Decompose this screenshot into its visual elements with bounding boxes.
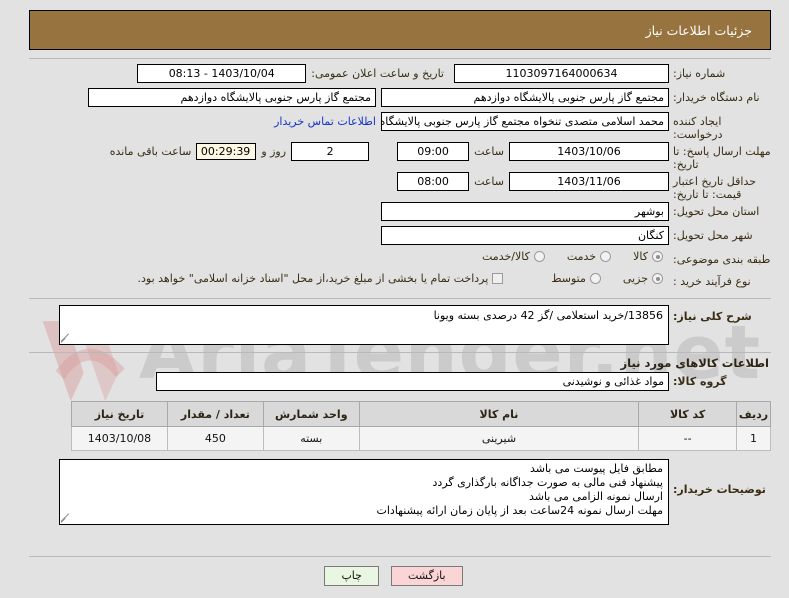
radio-icon-process-medium[interactable] [590, 273, 602, 284]
cell-goods-code: -- [639, 426, 739, 451]
need-summary-value: 13856/خرید استعلامی /گز 42 درصدی بسته وی… [434, 309, 664, 322]
col-header-goods-name: نام کالا [359, 401, 641, 427]
label-city: شهر محل تحویل: [674, 229, 754, 242]
label-price-validity: حداقل تاریخ اعتبار قیمت: تا تاریخ: [674, 175, 758, 201]
footer-buttons: بازگشت چاپ [0, 566, 789, 586]
radio-label-category-goods: کالا [634, 250, 649, 263]
radio-process-minor[interactable]: جزیی [624, 272, 664, 285]
resize-grip-icon-notes[interactable] [62, 512, 73, 523]
page-header-bar: جزئیات اطلاعات نیاز [30, 10, 772, 50]
details-panel: شماره نیاز: 1103097164000634 تاریخ و ساع… [30, 58, 772, 526]
label-price-validity-hour: ساعت [475, 175, 505, 188]
price-validity-date-value: 1403/11/06 [510, 172, 670, 191]
radio-icon-category-service[interactable] [601, 251, 613, 262]
label-countdown: ساعت باقی مانده [110, 145, 193, 158]
price-validity-time-value: 08:00 [398, 172, 471, 191]
row-province: استان محل تحویل: بوشهر [30, 202, 772, 225]
back-button[interactable]: بازگشت [391, 566, 464, 586]
radio-process-medium[interactable]: متوسط [552, 272, 602, 285]
label-purchase-process: نوع فرآیند خرید : [674, 275, 752, 288]
row-goods-group: گروه کالا: مواد غذائی و نوشیدنی [30, 372, 772, 395]
goods-section-title: اطلاعات کالاهای مورد نیاز [621, 356, 770, 370]
label-announce-datetime: تاریخ و ساعت اعلان عمومی: [312, 67, 445, 80]
page-title: جزئیات اطلاعات نیاز [646, 22, 753, 38]
cell-row-number: 1 [737, 426, 772, 451]
buyer-notes-line-4: مهلت ارسال نمونه 24ساعت بعد از پایان زما… [377, 504, 664, 517]
col-header-need-date: تاریخ نیاز [72, 401, 169, 427]
radio-icon-category-goods[interactable] [653, 251, 664, 262]
label-category: طبقه بندی موضوعی: [674, 253, 772, 266]
row-creator: ایجاد کننده درخواست: محمد اسلامی متصدی ت… [30, 112, 772, 141]
label-province: استان محل تحویل: [674, 205, 761, 218]
label-need-summary: شرح کلی نیاز: [674, 310, 753, 323]
row-response-deadline: مهلت ارسال پاسخ: تا تاریخ: 1403/10/06 سا… [30, 142, 772, 171]
goods-table: ردیف کد کالا نام کالا واحد شمارش تعداد /… [72, 401, 772, 451]
radio-label-category-service: خدمت [567, 250, 598, 263]
row-buyer-notes: توضیحات خریدار: مطابق فایل پیوست می باشد… [30, 459, 772, 525]
remaining-days-value: 2 [292, 142, 371, 161]
need-number-value: 1103097164000634 [455, 64, 670, 83]
print-button[interactable]: چاپ [325, 566, 380, 586]
col-header-row-number: ردیف [737, 401, 772, 427]
radio-icon-category-goods-service[interactable] [534, 251, 546, 262]
deadline-time-value: 09:00 [398, 142, 471, 161]
row-buyer-org: نام دستگاه خریدار: مجتمع گاز پارس جنوبی … [30, 88, 772, 111]
buyer-notes-line-3: ارسال نمونه الزامی می باشد [529, 490, 664, 503]
radio-category-service[interactable]: خدمت [567, 250, 613, 263]
cell-need-date: 1403/10/08 [72, 426, 169, 451]
province-value: بوشهر [382, 202, 670, 221]
checkbox-islamic-treasury[interactable]: پرداخت تمام یا بخشی از مبلغ خرید،از محل … [139, 272, 505, 285]
cell-quantity: 450 [167, 426, 265, 451]
radio-label-category-goods-service: کالا/خدمت [483, 250, 531, 263]
table-row: 1 -- شیرینی بسته 450 1403/10/08 [72, 426, 772, 451]
col-header-quantity: تعداد / مقدار [167, 401, 265, 427]
radio-label-process-minor: جزیی [623, 272, 649, 285]
label-response-deadline: مهلت ارسال پاسخ: تا تاریخ: [674, 145, 772, 171]
row-price-validity: حداقل تاریخ اعتبار قیمت: تا تاریخ: 1403/… [30, 172, 772, 201]
buyer-notes-textarea[interactable]: مطابق فایل پیوست می باشد پیشنهاد فنی مال… [60, 459, 670, 525]
checkbox-label-islamic-treasury: پرداخت تمام یا بخشی از مبلغ خرید،از محل … [138, 272, 490, 285]
label-buyer-org: نام دستگاه خریدار: [674, 91, 761, 104]
resize-grip-icon[interactable] [62, 332, 73, 343]
buyer-contact-link[interactable]: اطلاعات تماس خریدار [275, 115, 377, 128]
row-city: شهر محل تحویل: کنگان [30, 226, 772, 249]
radio-label-process-medium: متوسط [552, 272, 587, 285]
deadline-date-value: 1403/10/06 [510, 142, 670, 161]
row-need-summary: شرح کلی نیاز: 13856/خرید استعلامی /گز 42… [30, 305, 772, 345]
buyer-notes-line-1: مطابق فایل پیوست می باشد [530, 462, 664, 475]
divider-footer [30, 556, 772, 557]
buyer-org-value-secondary: مجتمع گاز پارس جنوبی پالایشگاه دوازدهم [89, 88, 377, 107]
label-buyer-notes: توضیحات خریدار: [674, 483, 767, 496]
radio-icon-process-minor[interactable] [653, 273, 664, 284]
cell-unit: بسته [263, 426, 361, 451]
row-need-number: شماره نیاز: 1103097164000634 تاریخ و ساع… [30, 64, 772, 87]
label-need-number: شماره نیاز: [674, 67, 727, 80]
need-summary-textarea[interactable]: 13856/خرید استعلامی /گز 42 درصدی بسته وی… [60, 305, 670, 345]
checkbox-icon-islamic-treasury[interactable] [493, 273, 505, 284]
label-creator: ایجاد کننده درخواست: [674, 115, 724, 141]
cell-goods-name: شیرینی [359, 426, 641, 451]
label-remaining-days: روز و [262, 145, 288, 158]
col-header-goods-code: کد کالا [639, 401, 739, 427]
city-value: کنگان [382, 226, 670, 245]
radio-category-goods-service[interactable]: کالا/خدمت [483, 250, 546, 263]
creator-value: محمد اسلامی متصدی تنخواه مجتمع گاز پارس … [382, 112, 670, 131]
col-header-unit: واحد شمارش [263, 401, 361, 427]
goods-group-value: مواد غذائی و نوشیدنی [157, 372, 670, 391]
label-deadline-hour: ساعت [475, 145, 505, 158]
countdown-timer: 00:29:39 [197, 143, 258, 160]
page-root: AriaTender.net جزئیات اطلاعات نیاز شماره… [0, 0, 789, 598]
row-purchase-process: نوع فرآیند خرید : جزیی متوسط پرداخت تمام… [30, 272, 772, 293]
radio-category-goods[interactable]: کالا [634, 250, 664, 263]
label-goods-group: گروه کالا: [674, 375, 728, 388]
buyer-org-value: مجتمع گاز پارس جنوبی پالایشگاه دوازدهم [382, 88, 670, 107]
goods-table-header-row: ردیف کد کالا نام کالا واحد شمارش تعداد /… [72, 401, 772, 427]
announce-datetime-value: 1403/10/04 - 08:13 [138, 64, 308, 83]
row-category: طبقه بندی موضوعی: کالا خدمت کالا/خدمت [30, 250, 772, 271]
buyer-notes-line-2: پیشنهاد فنی مالی به صورت جداگانه بارگذار… [433, 476, 664, 489]
